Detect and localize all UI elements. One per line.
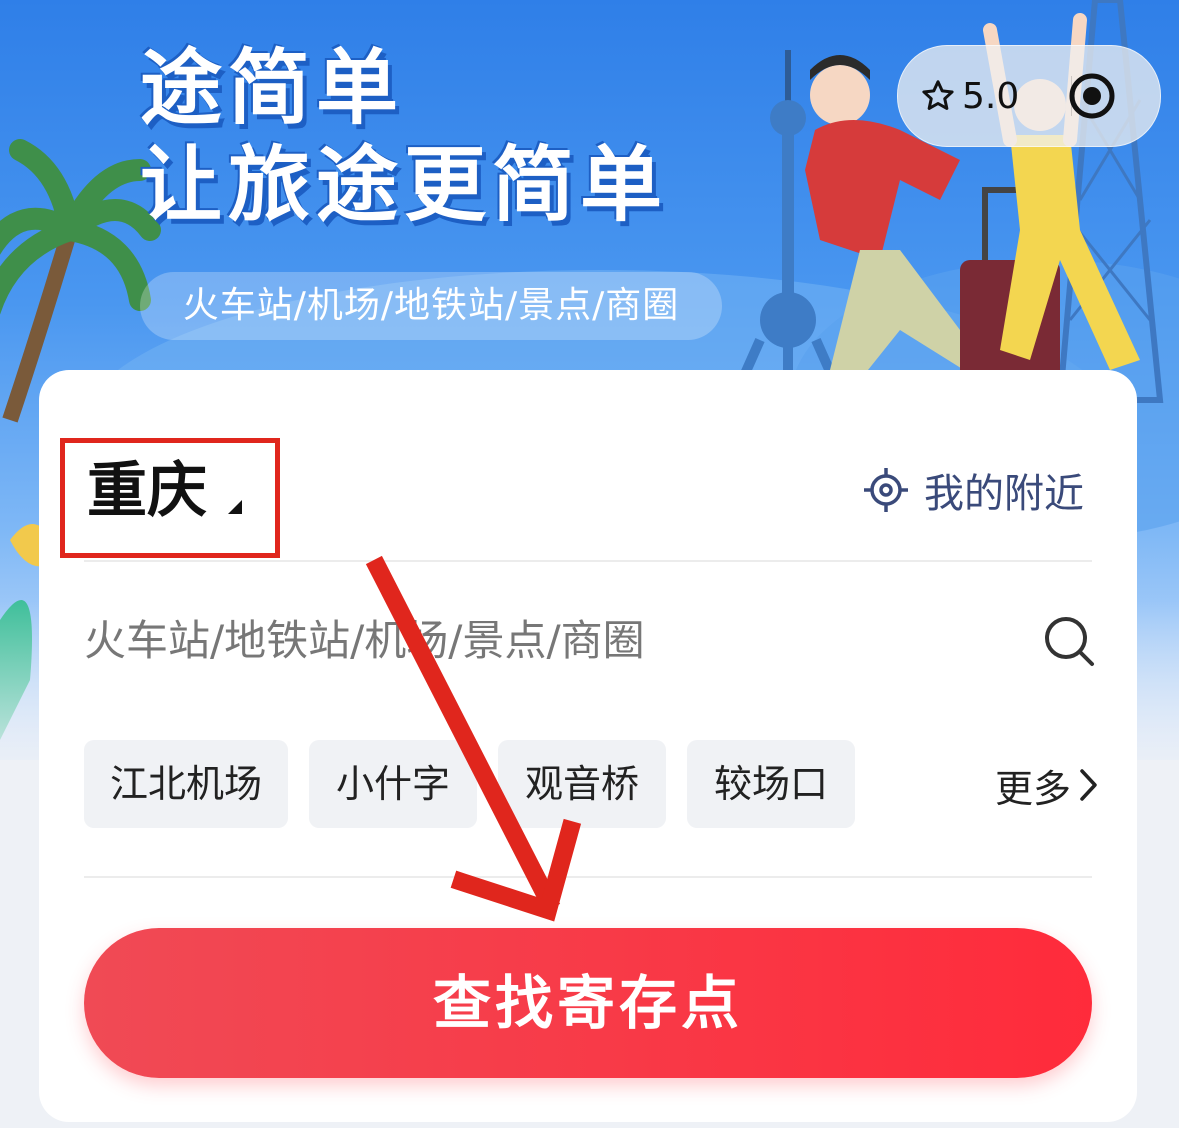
card-divider-top (84, 560, 1092, 562)
quick-tag-chip[interactable]: 江北机场 (84, 740, 288, 828)
quick-tag-chip[interactable]: 较场口 (687, 740, 855, 828)
banner-slogan-line2: 让旅途更简单 (140, 138, 669, 233)
target-icon[interactable] (1068, 72, 1116, 120)
banner-slogan-line1: 途简单 (140, 41, 405, 136)
city-selector[interactable]: 重庆 (87, 456, 207, 526)
locate-icon (864, 468, 908, 512)
chevron-right-icon (1080, 769, 1097, 801)
more-label: 更多 (995, 766, 1072, 811)
mini-program-capsule: 5.0 (897, 45, 1161, 147)
search-row (84, 600, 1094, 680)
rating-value: 5.0 (962, 75, 1020, 117)
search-input[interactable] (84, 600, 1024, 680)
quick-tag-chip[interactable]: 小什字 (309, 740, 477, 828)
star-outline-icon (922, 80, 954, 110)
banner-tagline: 火车站/机场/地铁站/景点/商圈 (140, 272, 722, 340)
search-icon[interactable] (1042, 614, 1096, 668)
card-divider-bottom (84, 876, 1092, 878)
quick-tag-chip[interactable]: 观音桥 (498, 740, 666, 828)
nearby-label: 我的附近 (924, 471, 1084, 517)
rating-button[interactable]: 5.0 (920, 46, 1019, 146)
city-dropdown-caret-icon[interactable] (228, 500, 242, 514)
nearby-button[interactable]: 我的附近 (862, 462, 1084, 518)
find-storage-button[interactable]: 查找寄存点 (84, 928, 1092, 1078)
more-tags-link[interactable]: 更多 (995, 760, 1099, 811)
